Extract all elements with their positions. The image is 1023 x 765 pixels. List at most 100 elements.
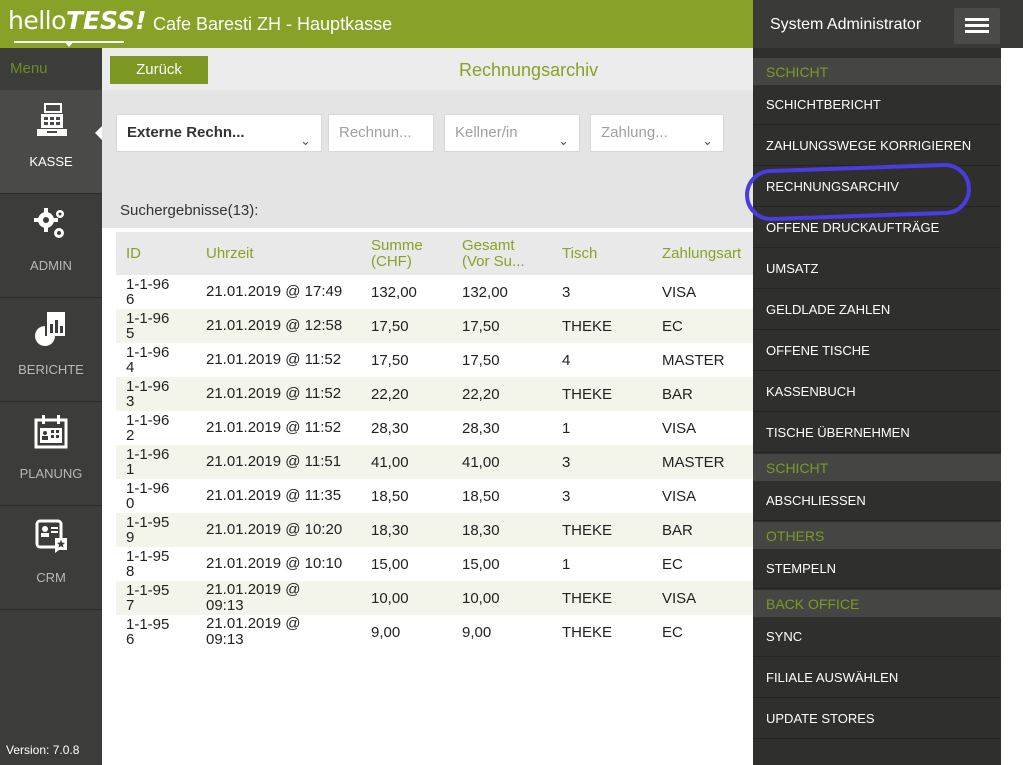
cell-payment: MASTER: [662, 351, 725, 369]
sidebar-item-crm[interactable]: CRM: [0, 506, 102, 610]
table-row[interactable]: 1-1-96 6 21.01.2019 @ 17:49 132,00 132,00 3 V…: [116, 275, 753, 309]
sidebar-item-kasse[interactable]: KASSE: [0, 90, 102, 194]
cell-time: 21.01.2019 @ 17:49: [206, 283, 343, 300]
report-chart-icon: [35, 312, 65, 346]
cell-sum: 10,00: [371, 589, 409, 607]
cell-id: 1-1-95 9: [126, 514, 170, 546]
table-row[interactable]: 1-1-96 2 21.01.2019 @ 11:52 28,30 28,30 1 VIS…: [116, 411, 753, 445]
cell-table: 3: [562, 487, 571, 505]
invoice-number-placeholder: Rechnun...: [339, 124, 412, 141]
menu-item-offene-tische[interactable]: OFFENE TISCHE: [753, 331, 1001, 371]
cell-payment: VISA: [662, 589, 697, 607]
sidebar-item-label: CRM: [36, 570, 66, 585]
column-header-total[interactable]: Gesamt (Vor Su...: [462, 232, 542, 275]
cell-sum: 17,50: [371, 351, 409, 369]
menu-item-kassenbuch[interactable]: KASSENBUCH: [753, 372, 1001, 412]
menu-item-zahlungswege-korrigieren[interactable]: ZAHLUNGSWEGE KORRIGIEREN: [753, 126, 1001, 166]
store-title: Cafe Baresti ZH - Hauptkasse: [153, 14, 393, 34]
sidebar-item-berichte[interactable]: BERICHTE: [0, 298, 102, 402]
cell-total: 17,50: [462, 317, 500, 335]
cash-register-icon: [37, 103, 67, 136]
brand-tick: [64, 41, 74, 47]
hamburger-dropdown-menu: SCHICHT SCHICHTBERICHT ZAHLUNGSWEGE KORRIG…: [753, 48, 1001, 765]
menu-section-header: SCHICHT: [753, 454, 1001, 481]
cell-payment: EC: [662, 555, 683, 573]
menu-item-abschliessen[interactable]: ABSCHLIESSEN: [753, 481, 1001, 521]
cell-table: 4: [562, 351, 571, 369]
cell-table: THEKE: [562, 589, 613, 607]
column-header-time[interactable]: Uhrzeit: [206, 232, 254, 275]
table-row[interactable]: 1-1-96 3 21.01.2019 @ 11:52 22,20 22,20 THEK…: [116, 377, 753, 411]
sidebar-menu-label: Menu: [10, 60, 48, 77]
waiter-placeholder: Kellner/in: [455, 124, 518, 141]
sidebar-item-label: KASSE: [29, 154, 73, 169]
column-header-payment[interactable]: Zahlungsart: [662, 232, 753, 275]
cell-sum: 18,30: [371, 521, 409, 539]
hamburger-line: [965, 30, 989, 33]
user-name[interactable]: System Administrator: [770, 16, 921, 34]
cell-table: 1: [562, 419, 571, 437]
back-button[interactable]: Zurück: [110, 56, 208, 84]
table-row[interactable]: 1-1-96 4 21.01.2019 @ 11:52 17,50 17,50 4 MAS…: [116, 343, 753, 377]
cell-id: 1-1-95 6: [126, 616, 170, 648]
waiter-select[interactable]: Kellner/in ⌄: [444, 114, 580, 152]
table-row[interactable]: 1-1-96 0 21.01.2019 @ 11:35 18,50 18,50 3 VIS…: [116, 479, 753, 513]
cell-time: 21.01.2019 @ 11:51: [206, 453, 342, 470]
hamburger-line: [965, 24, 989, 27]
cell-sum: 22,20: [371, 385, 409, 403]
chevron-down-icon: ⌄: [300, 133, 311, 148]
payment-select[interactable]: Zahlung... ⌄: [590, 114, 724, 152]
table-row[interactable]: 1-1-95 9 21.01.2019 @ 10:20 18,30 18,30 THEK…: [116, 513, 753, 547]
menu-item-stempeln[interactable]: STEMPELN: [753, 549, 1001, 589]
column-header-sum[interactable]: Summe (CHF): [371, 232, 431, 275]
table-header: ID Uhrzeit Summe (CHF) Gesamt (Vor Su...…: [116, 232, 753, 275]
cell-time: 21.01.2019 @ 10:20: [206, 521, 343, 538]
table-row[interactable]: 1-1-95 6 21.01.2019 @ 09:13 9,00 9,00 THEKE E…: [116, 615, 753, 649]
cell-time: 21.01.2019 @ 09:13: [206, 581, 301, 614]
hamburger-menu-button[interactable]: [954, 8, 1000, 44]
menu-item-sync[interactable]: SYNC: [753, 617, 1001, 657]
results-count: Suchergebnisse(13):: [120, 202, 259, 219]
cell-id: 1-1-95 8: [126, 548, 170, 580]
column-header-id[interactable]: ID: [126, 232, 141, 275]
menu-item-tische-bernehmen[interactable]: TISCHE ÜBERNEHMEN: [753, 413, 1001, 453]
brand-hello: hello: [8, 6, 66, 35]
sidebar-item-label: PLANUNG: [19, 466, 83, 481]
cell-table: THEKE: [562, 317, 613, 335]
table-row[interactable]: 1-1-96 1 21.01.2019 @ 11:51 41,00 41,00 3 MAS…: [116, 445, 753, 479]
cell-total: 28,30: [462, 419, 500, 437]
cell-table: THEKE: [562, 521, 613, 539]
cell-id: 1-1-96 2: [126, 412, 170, 444]
menu-item-update-stores[interactable]: UPDATE STORES: [753, 699, 1001, 739]
version-label: Version: 7.0.8: [6, 743, 80, 757]
cell-payment: BAR: [662, 385, 693, 403]
invoice-type-select[interactable]: Externe Rechn... ⌄: [116, 114, 322, 152]
menu-item-umsatz[interactable]: UMSATZ: [753, 249, 1001, 289]
sidebar-item-planung[interactable]: PLANUNG: [0, 402, 102, 506]
menu-item-filiale-ausw-hlen[interactable]: FILIALE AUSWÄHLEN: [753, 658, 1001, 698]
sidebar-item-label: BERICHTE: [18, 362, 84, 377]
cell-table: 1: [562, 555, 571, 573]
menu-section-header: BACK OFFICE: [753, 590, 1001, 617]
sidebar-item-admin[interactable]: ADMIN: [0, 194, 102, 298]
cell-sum: 17,50: [371, 317, 409, 335]
cell-payment: VISA: [662, 419, 697, 437]
table-row[interactable]: 1-1-96 5 21.01.2019 @ 12:58 17,50 17,50 THEK…: [116, 309, 753, 343]
cell-table: 3: [562, 453, 571, 471]
cell-time: 21.01.2019 @ 10:10: [206, 555, 343, 572]
table-row[interactable]: 1-1-95 8 21.01.2019 @ 10:10 15,00 15,00 1 EC: [116, 547, 753, 581]
table-row[interactable]: 1-1-95 7 21.01.2019 @ 09:13 10,00 10,00 THEK…: [116, 581, 753, 615]
column-header-table[interactable]: Tisch: [562, 232, 597, 275]
cell-time: 21.01.2019 @ 11:35: [206, 487, 342, 504]
sidebar: Menu KASSE ADMIN BERICHTE PLANUNG CRM Ve…: [0, 48, 102, 765]
cell-time: 21.01.2019 @ 11:52: [206, 419, 342, 436]
menu-section-header: OTHERS: [753, 522, 1001, 549]
menu-item-schichtbericht[interactable]: SCHICHTBERICHT: [753, 85, 1001, 125]
invoice-number-input[interactable]: Rechnun...: [328, 114, 434, 152]
cell-table: THEKE: [562, 623, 613, 641]
menu-section-header: SCHICHT: [753, 58, 1001, 85]
calendar-icon: [34, 415, 68, 449]
cell-sum: 28,30: [371, 419, 409, 437]
cell-id: 1-1-96 1: [126, 446, 170, 478]
menu-item-geldlade-zahlen[interactable]: GELDLADE ZAHLEN: [753, 290, 1001, 330]
